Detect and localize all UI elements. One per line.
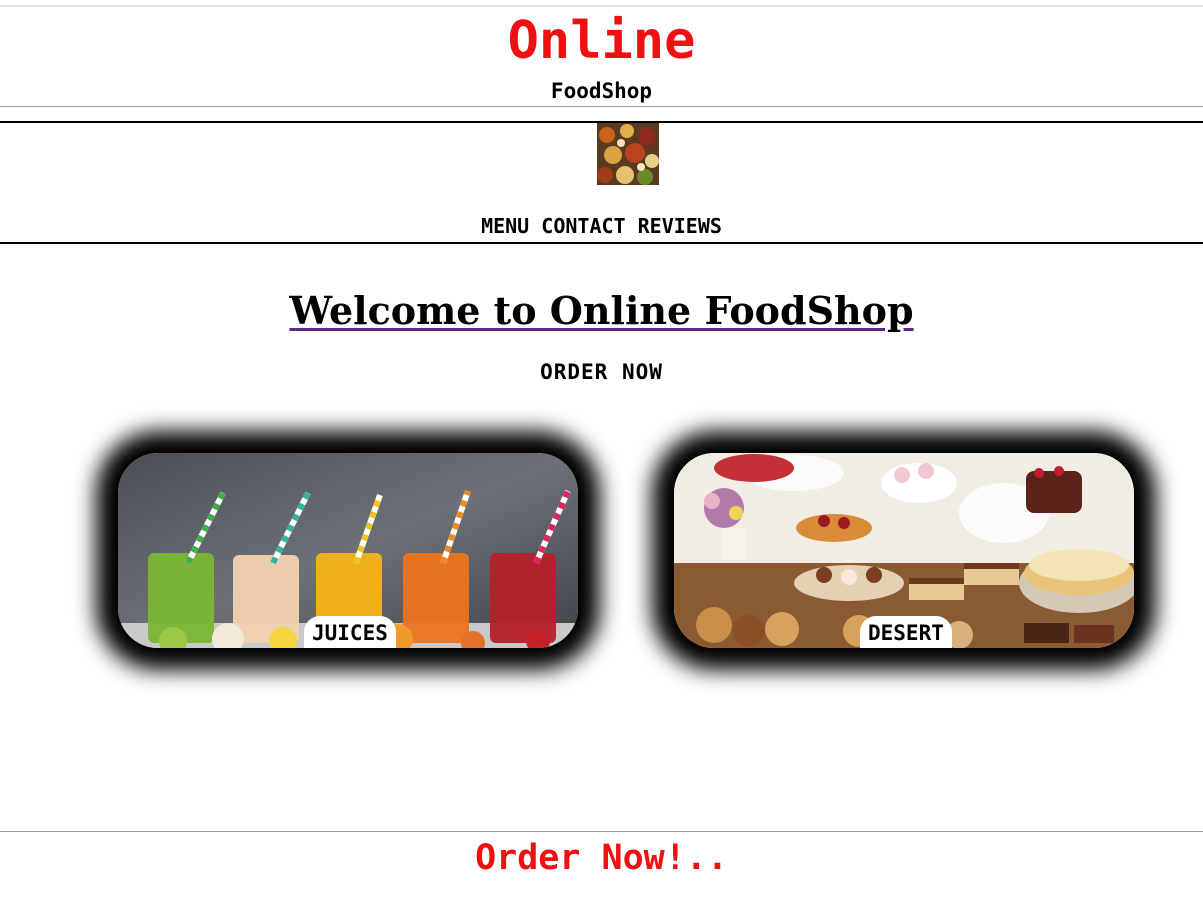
order-now-link[interactable]: ORDER NOW — [0, 359, 1203, 385]
main-nav: MENU CONTACT REVIEWS — [0, 213, 1203, 239]
desert-card[interactable]: DESERT — [674, 453, 1134, 648]
footer-divider — [0, 831, 1203, 832]
nav-item-menu[interactable]: MENU — [481, 214, 529, 238]
desert-label[interactable]: DESERT — [860, 616, 952, 648]
food-platter-logo[interactable] — [597, 123, 659, 185]
nav-item-reviews[interactable]: REVIEWS — [638, 214, 722, 238]
welcome-heading: Welcome to Online FoodShop — [289, 288, 914, 333]
top-border — [0, 5, 1203, 7]
page-title: Welcome to Online FoodShop — [0, 288, 1203, 334]
juices-label[interactable]: JUICES — [304, 616, 396, 648]
brand-title: Online — [507, 11, 696, 71]
juices-card[interactable]: JUICES — [118, 453, 578, 648]
footer-order-now[interactable]: Order Now!.. — [0, 836, 1203, 880]
brand-subtitle: FoodShop — [550, 79, 653, 103]
nav-item-contact[interactable]: CONTACT — [541, 214, 625, 238]
nav-bottom-rule — [0, 242, 1203, 244]
header-divider — [0, 106, 1203, 107]
